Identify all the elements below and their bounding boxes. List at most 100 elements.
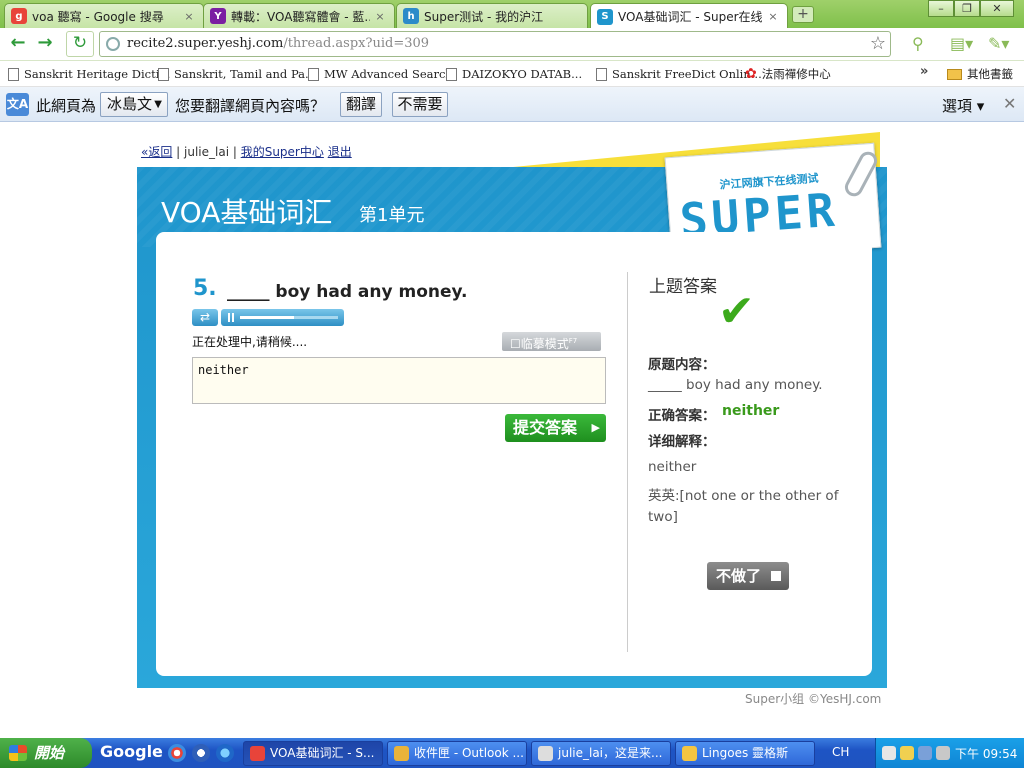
- bookmark-star-icon[interactable]: ☆: [870, 33, 886, 54]
- maximize-button[interactable]: ❐: [954, 0, 980, 17]
- volume-icon[interactable]: [936, 746, 950, 760]
- bookmark-item[interactable]: DAIZOKYO DATAB...: [446, 65, 582, 83]
- taskbar-label: Lingoes 靈格斯: [702, 746, 789, 760]
- start-label: 開始: [34, 744, 65, 762]
- tab-label: VOA基础词汇 - Super在线...: [618, 10, 763, 24]
- taskbar: 開始 Google VOA基础词汇 - S... 收件匣 - Outlook .…: [0, 738, 1024, 768]
- lingoes-icon: [682, 746, 697, 761]
- tab-yahoo-blog[interactable]: Y 轉載：VOA聽寫體會 - 藍... ×: [203, 3, 395, 28]
- close-icon[interactable]: ×: [767, 10, 779, 23]
- start-button[interactable]: 開始: [0, 738, 92, 768]
- audio-player[interactable]: [221, 309, 344, 326]
- bookmark-item[interactable]: Sanskrit, Tamil and Pa...: [158, 65, 316, 83]
- media-player-icon[interactable]: [192, 744, 210, 762]
- url-path: /thread.aspx?uid=309: [283, 36, 430, 51]
- translate-prompt-suffix: 您要翻譯網頁內容嗎？: [175, 97, 326, 115]
- super-icon: S: [597, 8, 613, 25]
- back-button[interactable]: ←: [5, 32, 31, 56]
- correct-label: 正确答案：: [648, 408, 716, 424]
- taskbar-item[interactable]: julie_lai，这是来...: [531, 741, 671, 766]
- taskbar-item[interactable]: Lingoes 靈格斯: [675, 741, 815, 766]
- answer-input[interactable]: neither: [192, 357, 606, 404]
- minimize-button[interactable]: –: [928, 0, 954, 17]
- network-icon[interactable]: [918, 746, 932, 760]
- original-text: _____ boy had any money.: [648, 377, 823, 393]
- wrench-icon[interactable]: ✎▾: [988, 34, 1009, 53]
- page-menu-icon[interactable]: ▤▾: [950, 34, 973, 53]
- page-title: VOA基础词汇: [161, 196, 333, 229]
- repeat-button[interactable]: ⇄: [192, 309, 218, 326]
- close-window-button[interactable]: ✕: [980, 0, 1014, 17]
- bookmark-item[interactable]: Sanskrit FreeDict Onlin...: [596, 65, 762, 83]
- url-text[interactable]: recite2.super.yeshj.com/thread.aspx?uid=…: [127, 36, 429, 51]
- question-number: 5.: [193, 276, 217, 301]
- new-tab-button[interactable]: +: [792, 6, 814, 23]
- windows-logo-icon: [9, 745, 27, 761]
- taskbar-item[interactable]: 收件匣 - Outlook ...: [387, 741, 527, 766]
- outlook-icon: [394, 746, 409, 761]
- chrome-icon: [250, 746, 265, 761]
- translate-icon: 文A: [6, 93, 29, 116]
- no-translate-button[interactable]: 不需要: [392, 92, 448, 117]
- arrow-icon[interactable]: [882, 746, 896, 760]
- tab-voa-vocabulary[interactable]: S VOA基础词汇 - Super在线... ×: [590, 3, 788, 29]
- copy-mode-button[interactable]: ☐临摹模式F7: [502, 332, 601, 351]
- input-language-indicator[interactable]: CH: [832, 745, 849, 759]
- close-icon[interactable]: ×: [374, 10, 386, 23]
- chrome-icon[interactable]: [168, 744, 186, 762]
- last-answer-heading: 上题答案: [649, 277, 717, 297]
- yahoo-icon: Y: [210, 8, 226, 24]
- internet-explorer-icon[interactable]: [216, 744, 234, 762]
- close-icon[interactable]: ✕: [1003, 94, 1016, 113]
- logout-link[interactable]: 退出: [328, 145, 352, 159]
- swap-icon: ⇄: [199, 310, 211, 324]
- taskbar-item[interactable]: VOA基础词汇 - S...: [243, 741, 383, 766]
- search-icon[interactable]: ⚲: [912, 34, 924, 53]
- stop-icon: [771, 571, 781, 581]
- other-bookmarks-folder[interactable]: 其他書籤: [947, 65, 1013, 83]
- folder-icon: [947, 68, 962, 80]
- bookmark-item[interactable]: Sanskrit Heritage Dicti...: [8, 65, 170, 83]
- hujiang-icon: h: [403, 8, 419, 24]
- bookmark-label: Sanskrit FreeDict Onlin...: [612, 67, 762, 81]
- address-bar[interactable]: recite2.super.yeshj.com/thread.aspx?uid=…: [99, 31, 891, 57]
- bookmark-item[interactable]: MW Advanced Search: [308, 65, 453, 83]
- reload-button[interactable]: ↻: [66, 31, 94, 57]
- mode-shortcut-hint: F7: [568, 337, 578, 345]
- clock: 下午 09:54: [955, 747, 1018, 761]
- close-icon[interactable]: ×: [183, 10, 195, 23]
- tab-google-search[interactable]: g voa 聽寫 - Google 搜尋 ×: [4, 3, 204, 28]
- quit-button[interactable]: 不做了: [707, 562, 789, 590]
- audio-progress-track[interactable]: [240, 316, 338, 319]
- page-icon: [158, 67, 169, 81]
- page-icon: [596, 67, 607, 81]
- page-icon: [446, 67, 457, 81]
- bookmarks-overflow-button[interactable]: »: [920, 64, 928, 79]
- explain-definition-cont: two]: [648, 509, 678, 525]
- pause-icon[interactable]: [228, 313, 234, 322]
- checkbox-icon: ☐: [510, 337, 521, 351]
- submit-answer-button[interactable]: 提交答案 ▶: [505, 414, 606, 442]
- bookmark-label: 法雨禪修中心: [761, 67, 831, 81]
- bookmark-label: MW Advanced Search: [324, 67, 453, 81]
- audio-progress-fill: [240, 316, 294, 319]
- page-icon: [308, 67, 319, 81]
- smiley-icon[interactable]: [900, 746, 914, 760]
- my-center-link[interactable]: 我的Super中心: [241, 145, 324, 159]
- translate-options-button[interactable]: 選項 ▾: [942, 95, 984, 116]
- forward-button[interactable]: →: [32, 32, 58, 56]
- bookmark-item[interactable]: ✿ 法雨禪修中心: [745, 65, 831, 83]
- google-toolbar-button[interactable]: Google: [100, 742, 163, 761]
- options-label: 選項: [942, 97, 973, 115]
- language-select[interactable]: 冰島文 ▼: [100, 92, 168, 117]
- mail-icon: [538, 746, 553, 761]
- back-link[interactable]: «返回: [141, 145, 172, 159]
- bookmarks-bar: Sanskrit Heritage Dicti... Sanskrit, Tam…: [0, 61, 1024, 87]
- play-arrow-icon: ▶: [591, 421, 600, 434]
- language-value: 冰島文: [107, 95, 153, 113]
- translate-prompt-prefix: 此網頁為: [36, 97, 97, 115]
- tab-super-test[interactable]: h Super测试 - 我的沪江: [396, 3, 588, 28]
- translate-button[interactable]: 翻譯: [340, 92, 382, 117]
- correct-answer: neither: [722, 403, 780, 419]
- url-host: recite2.super.yeshj.com: [127, 36, 284, 51]
